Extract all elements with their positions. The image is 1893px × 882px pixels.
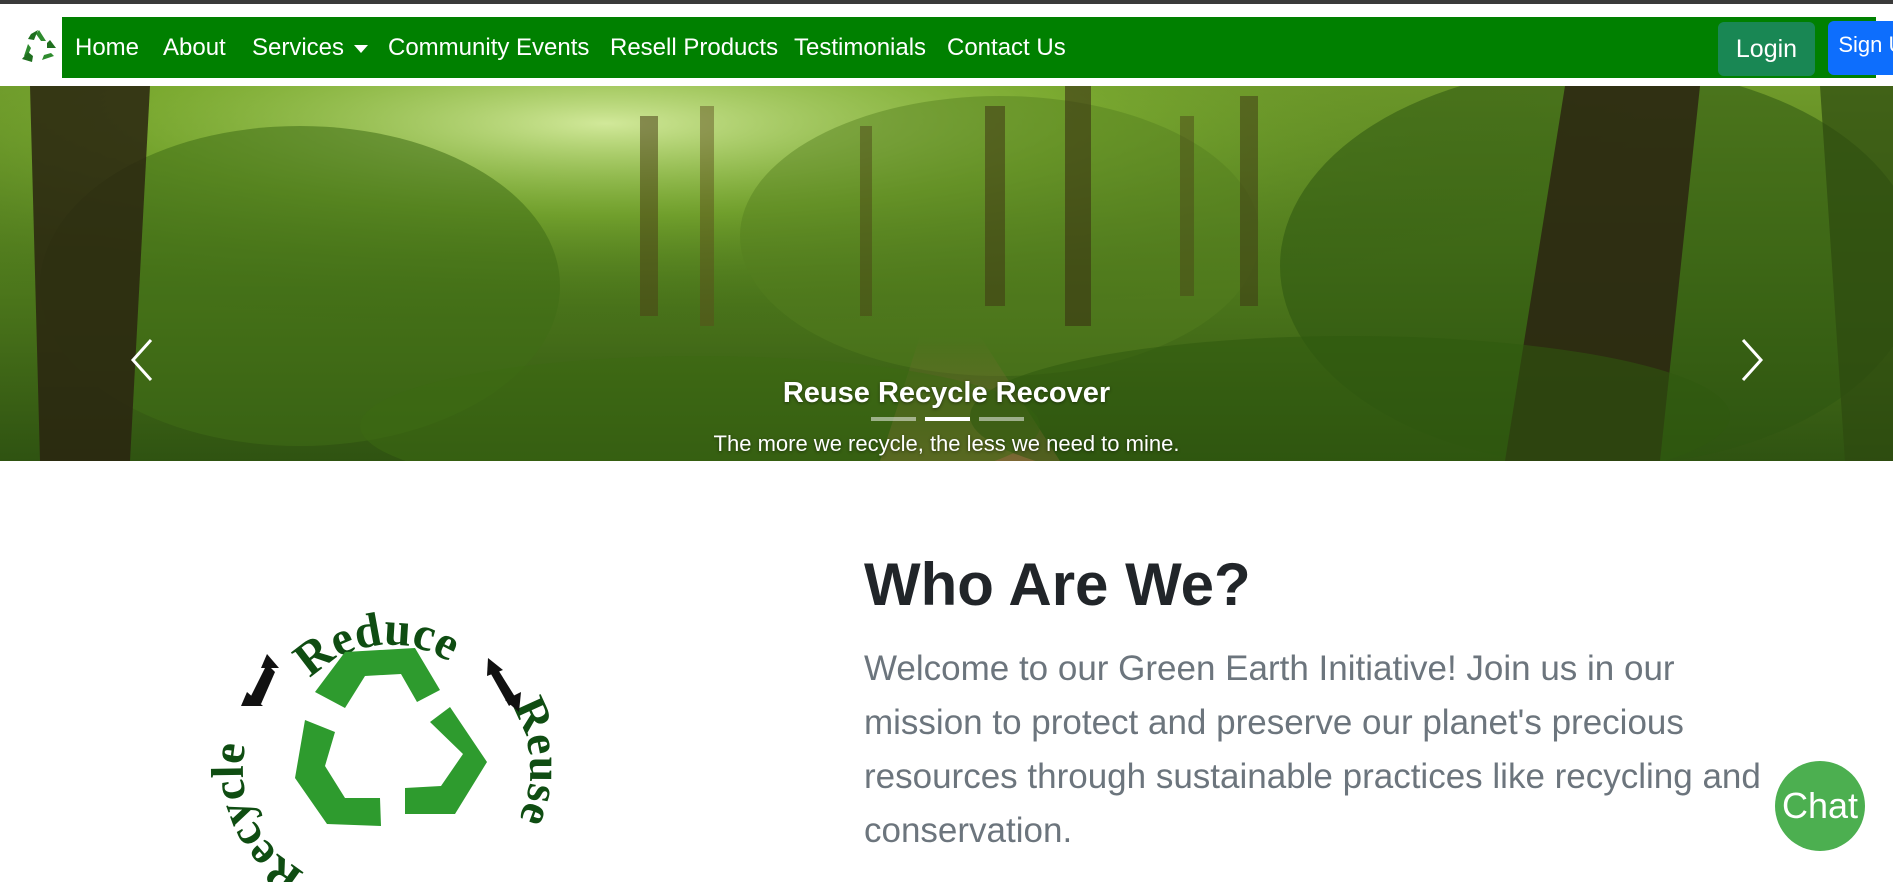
nav-services-label: Services	[252, 34, 345, 61]
nav-resell-products[interactable]: Resell Products	[610, 17, 778, 78]
nav-community-events[interactable]: Community Events	[388, 17, 589, 78]
nav-about-label: About	[163, 34, 226, 61]
carousel-caption-title: Reuse Recycle Recover	[782, 377, 1111, 409]
nav-contact-us-label: Contact Us	[947, 34, 1066, 61]
who-are-we-description: Welcome to our Green Earth Initiative! J…	[864, 649, 1761, 850]
nav-testimonials[interactable]: Testimonials	[794, 17, 926, 78]
carousel-indicator-3[interactable]	[979, 417, 1024, 421]
caret-down-icon	[354, 44, 369, 53]
who-are-we-heading: Who Are We?	[864, 551, 1251, 618]
nav-testimonials-label: Testimonials	[794, 34, 927, 61]
nav-services-dropdown[interactable]: Services	[252, 17, 369, 78]
chat-button[interactable]: Chat	[1775, 761, 1865, 851]
double-arrow-icon	[241, 654, 279, 706]
nav-home-label: Home	[75, 34, 140, 61]
carousel-indicator-2[interactable]	[925, 417, 970, 421]
top-navbar: Home About Services Community Events Res…	[0, 0, 1893, 86]
reduce-reuse-recycle-logo: Reduce Reuse Recycle	[205, 602, 571, 882]
svg-text:Reuse: Reuse	[504, 689, 571, 834]
carousel-caption-text: The more we recycle, the less we need to…	[713, 431, 1180, 456]
nav-contact-us[interactable]: Contact Us	[947, 17, 1066, 78]
emblem-reuse-text: Reuse	[504, 689, 571, 834]
carousel-indicator-1[interactable]	[871, 417, 916, 421]
nav-community-events-label: Community Events	[388, 34, 590, 61]
signup-button[interactable]: Sign Up	[1828, 21, 1893, 75]
main-nav: Home About Services Community Events Res…	[62, 17, 1893, 78]
nav-about[interactable]: About	[163, 17, 226, 78]
hero-carousel: Reuse Recycle Recover The more we recycl…	[0, 86, 1893, 461]
svg-text:Recycle: Recycle	[205, 740, 310, 882]
recycle-logo-icon[interactable]	[16, 26, 62, 66]
nav-home[interactable]: Home	[75, 17, 139, 78]
double-arrow-icon-right	[487, 658, 521, 712]
login-button[interactable]: Login	[1718, 22, 1815, 76]
emblem-recycle-text: Recycle	[205, 740, 310, 882]
nav-resell-products-label: Resell Products	[610, 34, 779, 61]
